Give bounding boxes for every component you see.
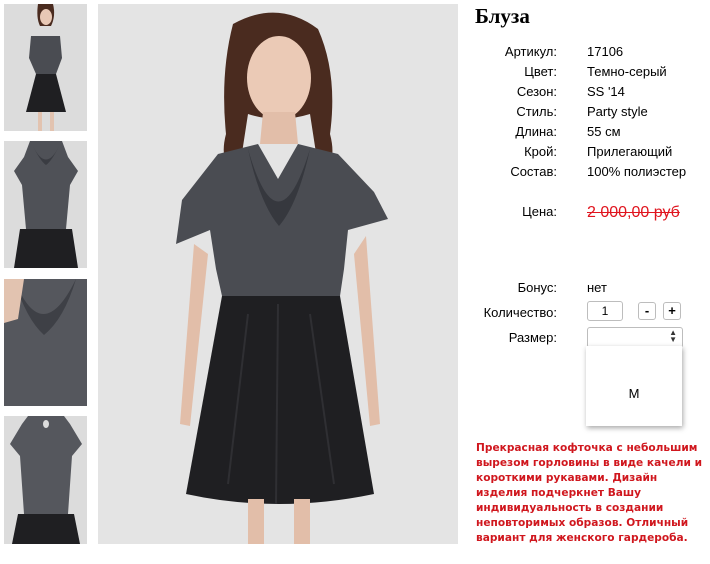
attr-label-article: Артикул: (504, 44, 557, 59)
size-option-m[interactable]: M (586, 386, 682, 401)
thumbnail-image-full-outfit (4, 4, 87, 131)
attr-label-cut: Крой: (524, 144, 557, 159)
attr-label-style: Стиль: (516, 104, 557, 119)
quantity-increase-button[interactable]: + (663, 302, 681, 320)
product-description: Прекрасная кофточка с небольшим вырезом … (476, 442, 703, 544)
attr-value-length: 55 см (587, 124, 621, 139)
size-dropdown-list: M (586, 346, 682, 426)
thumbnail-1[interactable] (4, 4, 87, 131)
size-label: Размер: (508, 330, 557, 345)
product-title: Блуза (475, 4, 530, 28)
model-wearing-blouse-image (98, 4, 458, 544)
attr-value-season: SS '14 (587, 84, 625, 99)
quantity-input[interactable] (587, 301, 623, 321)
attr-row-length: Длина: 55 см (440, 124, 710, 144)
price-value: 2 000,00 руб (587, 204, 680, 221)
quantity-row: Количество: - + (440, 301, 710, 325)
attr-row-composition: Состав: 100% полиэстер (440, 164, 710, 184)
attr-row-color: Цвет: Темно-серый (440, 64, 710, 84)
thumbnail-image-blouse-front (4, 141, 87, 268)
quantity-label: Количество: (483, 305, 557, 320)
price-row: Цена: 2 000,00 руб (440, 204, 710, 224)
attr-row-season: Сезон: SS '14 (440, 84, 710, 104)
attr-label-length: Длина: (515, 124, 557, 139)
attr-value-article: 17106 (587, 44, 624, 59)
attr-label-color: Цвет: (524, 64, 557, 79)
attr-row-style: Стиль: Party style (440, 104, 710, 124)
attr-value-color: Темно-серый (587, 64, 667, 79)
attr-row-cut: Крой: Прилегающий (440, 144, 710, 164)
thumbnail-image-blouse-closeup (4, 279, 87, 406)
thumbnail-4[interactable] (4, 416, 87, 544)
quantity-decrease-button[interactable]: - (638, 302, 656, 320)
up-down-chevron-icon: ▲ ▼ (669, 328, 677, 344)
bonus-row: Бонус: нет (440, 280, 710, 300)
thumbnail-image-blouse-back (4, 416, 87, 544)
main-product-photo[interactable] (98, 4, 458, 544)
attr-value-style: Party style (587, 104, 648, 119)
price-label: Цена: (522, 204, 557, 219)
bonus-value: нет (587, 280, 607, 295)
thumbnail-3[interactable] (4, 279, 87, 406)
thumbnail-2[interactable] (4, 141, 87, 268)
attr-row-article: Артикул: 17106 (440, 44, 710, 64)
size-select[interactable]: ▲ ▼ (587, 327, 683, 348)
attr-value-composition: 100% полиэстер (587, 164, 687, 179)
attr-value-cut: Прилегающий (587, 144, 673, 159)
attr-label-season: Сезон: (516, 84, 557, 99)
attr-label-composition: Состав: (510, 164, 557, 179)
bonus-label: Бонус: (517, 280, 557, 295)
